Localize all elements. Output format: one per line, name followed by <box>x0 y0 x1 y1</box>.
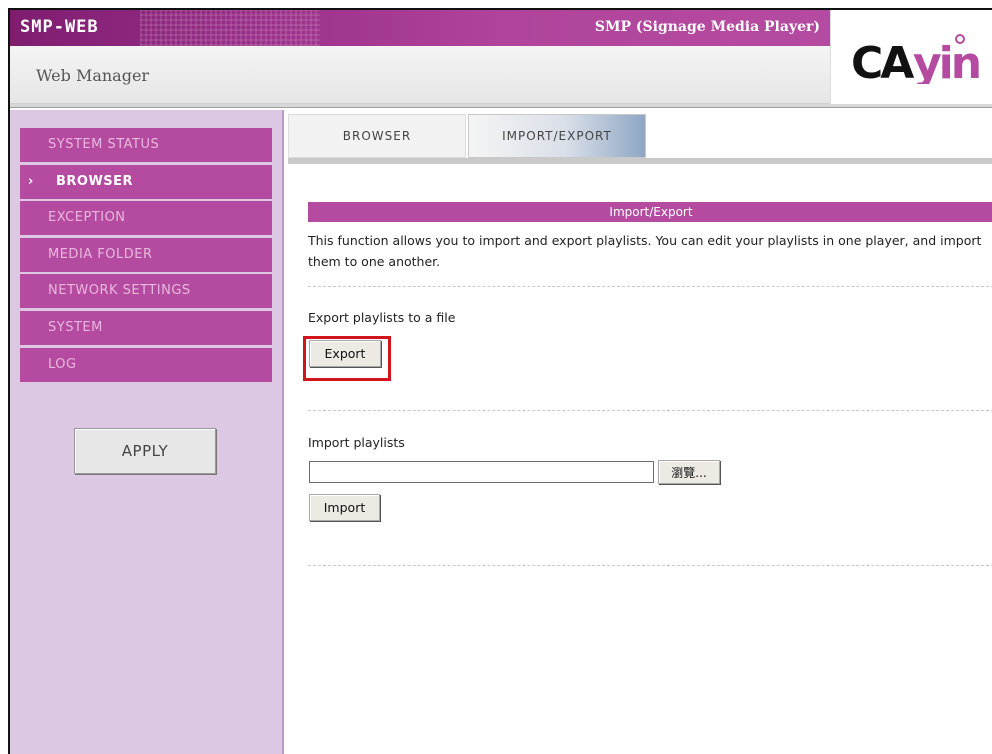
import-label: Import playlists <box>308 435 405 450</box>
panel-title: Import/Export <box>308 202 992 222</box>
sidebar-item-exception[interactable]: EXCEPTION <box>20 201 272 236</box>
browse-button[interactable]: 瀏覽... <box>658 460 720 484</box>
tab-import-export[interactable]: IMPORT/EXPORT <box>468 114 646 158</box>
sidebar-item-system-status[interactable]: SYSTEM STATUS <box>20 128 272 162</box>
sidebar-item-label: SYSTEM STATUS <box>48 137 160 152</box>
sidebar-item-network-settings[interactable]: NETWORK SETTINGS <box>20 274 272 309</box>
panel-description: This function allows you to import and e… <box>308 233 982 269</box>
smp-web-logo: SMP-WEB <box>20 17 99 37</box>
section-divider <box>308 410 992 411</box>
sidebar-item-label: MEDIA FOLDER <box>48 246 153 262</box>
sidebar-item-label: SYSTEM <box>48 319 103 335</box>
export-label: Export playlists to a file <box>308 310 456 325</box>
tab-bar: BROWSER IMPORT/EXPORT <box>288 114 992 158</box>
sidebar-item-label: LOG <box>48 356 77 372</box>
tab-browser[interactable]: BROWSER <box>288 114 466 158</box>
import-file-field[interactable] <box>309 461 654 483</box>
svg-text:yin: yin <box>913 40 979 84</box>
cayin-logo: CA yin <box>851 40 982 84</box>
apply-button[interactable]: APPLY <box>74 428 216 474</box>
header-pattern <box>140 10 320 46</box>
header-divider <box>10 104 992 108</box>
sidebar: SYSTEM STATUS › BROWSER EXCEPTION MEDIA … <box>10 110 284 754</box>
sidebar-item-label: BROWSER <box>56 173 134 189</box>
header-subbar: Web Manager <box>10 46 830 104</box>
app-frame: SMP-WEB SMP (Signage Media Player) Web M… <box>8 8 992 754</box>
export-button[interactable]: Export <box>309 340 381 367</box>
sidebar-menu: SYSTEM STATUS › BROWSER EXCEPTION MEDIA … <box>20 128 272 384</box>
sidebar-item-system[interactable]: SYSTEM <box>20 310 272 345</box>
web-manager-title: Web Manager <box>36 66 150 85</box>
sidebar-item-browser[interactable]: › BROWSER <box>20 164 272 199</box>
sidebar-item-media-folder[interactable]: MEDIA FOLDER <box>20 237 272 272</box>
active-arrow-icon: › <box>28 173 34 189</box>
header-bar: SMP-WEB SMP (Signage Media Player) <box>10 10 830 46</box>
sidebar-item-label: EXCEPTION <box>48 210 126 226</box>
section-divider <box>308 286 992 287</box>
section-divider <box>308 565 992 566</box>
sidebar-item-label: NETWORK SETTINGS <box>48 283 191 299</box>
tab-divider <box>288 158 992 164</box>
import-button[interactable]: Import <box>309 494 380 521</box>
brand-logo-area: CA yin <box>830 10 992 104</box>
sidebar-item-log[interactable]: LOG <box>20 347 272 382</box>
svg-text:CA: CA <box>851 40 914 84</box>
product-title: SMP (Signage Media Player) <box>594 19 820 35</box>
